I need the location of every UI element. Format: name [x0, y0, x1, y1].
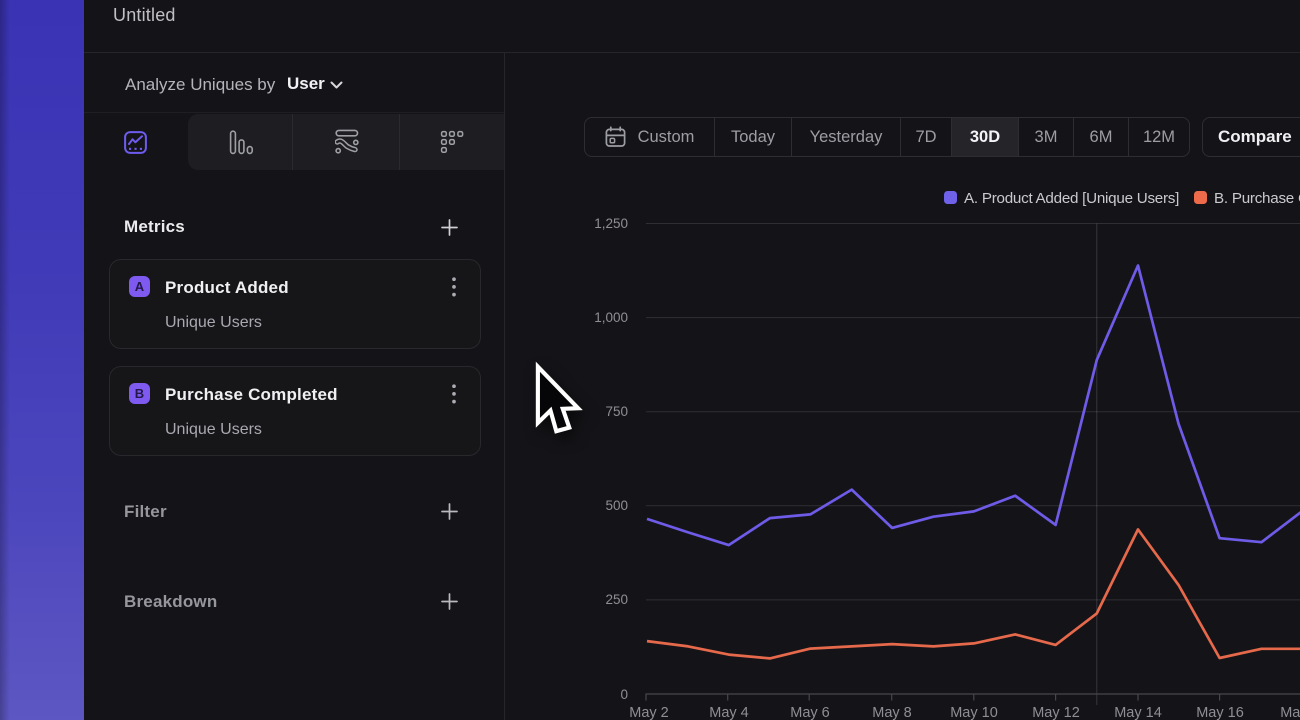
svg-text:1,250: 1,250 — [594, 216, 628, 231]
svg-text:May 6: May 6 — [790, 705, 830, 720]
svg-text:750: 750 — [605, 404, 628, 419]
svg-text:250: 250 — [605, 592, 628, 607]
svg-text:May 12: May 12 — [1032, 705, 1080, 720]
svg-text:May 2: May 2 — [629, 705, 669, 720]
svg-text:May 4: May 4 — [709, 705, 749, 720]
svg-text:May 10: May 10 — [950, 705, 998, 720]
svg-text:0: 0 — [620, 687, 628, 702]
svg-text:May 16: May 16 — [1196, 705, 1244, 720]
svg-text:May 8: May 8 — [872, 705, 912, 720]
svg-text:500: 500 — [605, 498, 628, 513]
svg-text:May 18: May 18 — [1280, 705, 1300, 720]
svg-text:May 14: May 14 — [1114, 705, 1162, 720]
svg-text:1,000: 1,000 — [594, 310, 628, 325]
